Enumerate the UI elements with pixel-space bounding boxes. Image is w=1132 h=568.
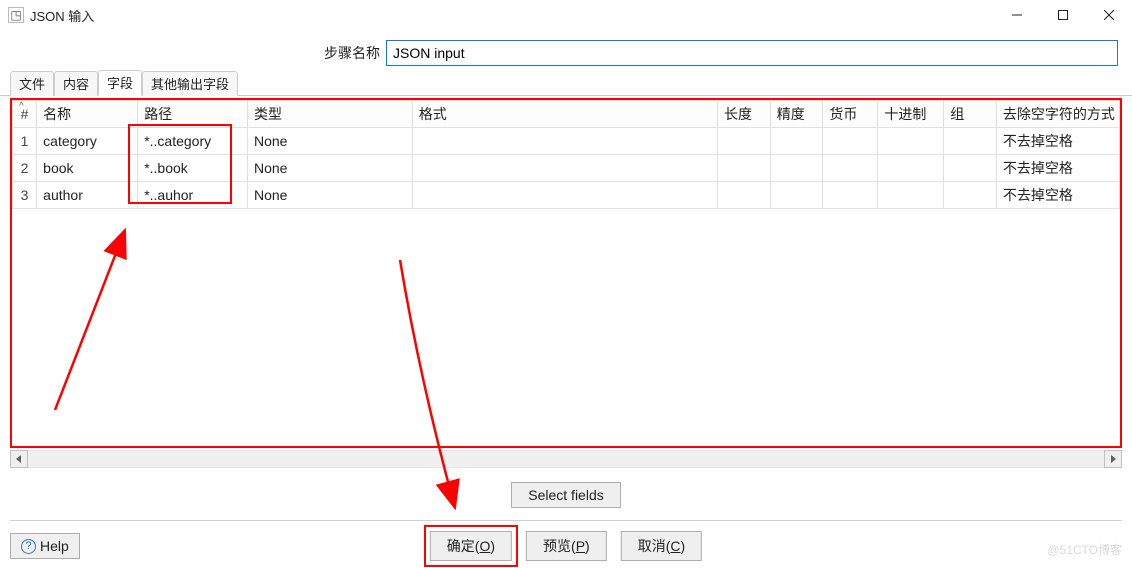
cell-decimal[interactable] <box>878 155 944 182</box>
table-header-row: ^# 名称 路径 类型 格式 长度 精度 货币 十进制 组 去除空字符的方式 <box>13 101 1120 128</box>
cell-group[interactable] <box>944 182 997 209</box>
cell-format[interactable] <box>412 155 717 182</box>
cancel-button[interactable]: 取消(C) <box>621 531 702 561</box>
title-bar: ◳ JSON 输入 <box>0 0 1132 30</box>
cell-precision[interactable] <box>770 155 823 182</box>
tab-file[interactable]: 文件 <box>10 71 54 96</box>
cell-length[interactable] <box>718 155 771 182</box>
cell-group[interactable] <box>944 155 997 182</box>
cell-format[interactable] <box>412 128 717 155</box>
table-row[interactable]: 3 author *..auhor None 不去掉空格 <box>13 182 1120 209</box>
cell-precision[interactable] <box>770 182 823 209</box>
col-header-name[interactable]: 名称 <box>37 101 138 128</box>
window-title: JSON 输入 <box>30 6 94 25</box>
select-fields-button[interactable]: Select fields <box>511 482 620 508</box>
table-row[interactable]: 1 category *..category None 不去掉空格 <box>13 128 1120 155</box>
tab-fields[interactable]: 字段 <box>98 70 142 96</box>
cell-decimal[interactable] <box>878 128 944 155</box>
cell-group[interactable] <box>944 128 997 155</box>
cell-length[interactable] <box>718 128 771 155</box>
bottom-bar: ? Help 确定(O) 预览(P) 取消(C) <box>0 524 1132 568</box>
select-fields-row: Select fields <box>0 482 1132 508</box>
col-header-index[interactable]: ^# <box>13 101 37 128</box>
sort-indicator-icon: ^ <box>19 101 24 112</box>
help-button[interactable]: ? Help <box>10 533 80 559</box>
cell-precision[interactable] <box>770 128 823 155</box>
separator <box>10 520 1122 521</box>
step-name-row: 步骤名称 <box>0 30 1132 72</box>
cell-type[interactable]: None <box>248 128 413 155</box>
tabs: 文件 内容 字段 其他输出字段 <box>0 72 1132 96</box>
horizontal-scrollbar[interactable] <box>10 450 1122 468</box>
help-icon: ? <box>21 539 36 554</box>
col-header-group[interactable]: 组 <box>944 101 997 128</box>
cell-type[interactable]: None <box>248 155 413 182</box>
cell-index: 1 <box>13 128 37 155</box>
step-name-input[interactable] <box>386 40 1118 66</box>
col-header-trim[interactable]: 去除空字符的方式 <box>996 101 1119 128</box>
cell-currency[interactable] <box>823 182 878 209</box>
minimize-button[interactable] <box>994 0 1040 30</box>
ok-button[interactable]: 确定(O) <box>430 531 512 561</box>
app-icon: ◳ <box>8 7 24 23</box>
col-header-decimal[interactable]: 十进制 <box>878 101 944 128</box>
col-header-type[interactable]: 类型 <box>248 101 413 128</box>
table-row[interactable]: 2 book *..book None 不去掉空格 <box>13 155 1120 182</box>
cell-format[interactable] <box>412 182 717 209</box>
cell-index: 3 <box>13 182 37 209</box>
cell-path[interactable]: *..category <box>138 128 248 155</box>
cell-name[interactable]: author <box>37 182 138 209</box>
preview-button[interactable]: 预览(P) <box>526 531 607 561</box>
cell-currency[interactable] <box>823 155 878 182</box>
cell-index: 2 <box>13 155 37 182</box>
scroll-right-button[interactable] <box>1104 450 1122 468</box>
scroll-track[interactable] <box>28 450 1104 468</box>
cell-name[interactable]: book <box>37 155 138 182</box>
cell-trim[interactable]: 不去掉空格 <box>996 155 1119 182</box>
cell-path[interactable]: *..book <box>138 155 248 182</box>
fields-table-wrap: ^# 名称 路径 类型 格式 长度 精度 货币 十进制 组 去除空字符的方式 1… <box>10 98 1122 448</box>
scroll-left-button[interactable] <box>10 450 28 468</box>
help-label: Help <box>40 538 69 554</box>
cell-trim[interactable]: 不去掉空格 <box>996 182 1119 209</box>
close-button[interactable] <box>1086 0 1132 30</box>
fields-table[interactable]: ^# 名称 路径 类型 格式 长度 精度 货币 十进制 组 去除空字符的方式 1… <box>12 100 1120 209</box>
tab-content[interactable]: 内容 <box>54 71 98 96</box>
cell-currency[interactable] <box>823 128 878 155</box>
cell-trim[interactable]: 不去掉空格 <box>996 128 1119 155</box>
col-header-precision[interactable]: 精度 <box>770 101 823 128</box>
col-header-path[interactable]: 路径 <box>138 101 248 128</box>
cell-path[interactable]: *..auhor <box>138 182 248 209</box>
col-header-currency[interactable]: 货币 <box>823 101 878 128</box>
window-controls <box>994 0 1132 30</box>
cell-type[interactable]: None <box>248 182 413 209</box>
watermark: @51CTO博客 <box>1047 541 1122 558</box>
col-header-length[interactable]: 长度 <box>718 101 771 128</box>
tab-other-output[interactable]: 其他输出字段 <box>142 71 238 96</box>
cell-decimal[interactable] <box>878 182 944 209</box>
maximize-button[interactable] <box>1040 0 1086 30</box>
step-name-label: 步骤名称 <box>324 43 386 63</box>
cell-name[interactable]: category <box>37 128 138 155</box>
col-header-format[interactable]: 格式 <box>412 101 717 128</box>
cell-length[interactable] <box>718 182 771 209</box>
dialog-buttons: 确定(O) 预览(P) 取消(C) <box>430 531 702 561</box>
